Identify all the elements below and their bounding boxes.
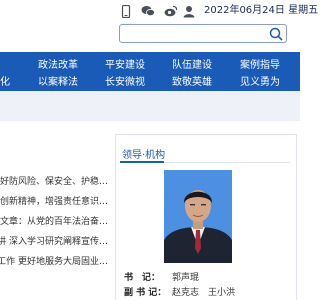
user-icon[interactable] [183, 5, 195, 18]
role-label: 书 记： [124, 273, 161, 283]
leaders-panel-title: 领导·机构 [122, 150, 166, 161]
news-item[interactable]: …播讲 深入学习研究阐释宣传… [0, 236, 108, 248]
main-nav: 政法改革 平安建设 队伍建设 案例指导 化 以案释法 长安微视 致敬英雄 见义勇… [0, 52, 300, 91]
sub-bar [0, 91, 300, 121]
news-item[interactable]: …做好防风险、保安全、护稳… [0, 176, 108, 188]
role-label: 副 书 记： [124, 288, 167, 298]
nav-item-law-explained[interactable]: 以案释法 [38, 76, 78, 89]
leader-portrait[interactable] [164, 170, 232, 263]
top-bar: 2022年06月24日 星期五 [0, 0, 319, 45]
current-date: 2022年06月24日 星期五 [204, 5, 319, 16]
leader-name[interactable]: 郭声琨 [172, 273, 199, 283]
leader-row: 书 记： 郭声琨 [124, 272, 199, 284]
nav-item-salute-heroes[interactable]: 致敬英雄 [172, 76, 212, 89]
search-box [119, 24, 287, 43]
nav-item-reform[interactable]: 政法改革 [38, 59, 78, 72]
news-item[interactable]: …锦创新精神，增强责任意识… [0, 196, 108, 208]
nav-item-brave-deeds[interactable]: 见义勇为 [240, 76, 280, 89]
nav-item-culture[interactable]: 化 [0, 76, 10, 89]
wechat-icon[interactable] [141, 5, 155, 17]
news-item[interactable]: 名文章：从党的百年法治奋… [0, 216, 108, 228]
leader-row: 副 书 记： 赵克志 王小洪 [124, 287, 235, 299]
nav-item-case-guidance[interactable]: 案例指导 [240, 59, 280, 72]
search-input[interactable] [124, 26, 264, 41]
nav-item-changan-video[interactable]: 长安微视 [105, 76, 145, 89]
search-icon[interactable] [269, 27, 283, 41]
leader-name[interactable]: 赵克志 王小洪 [172, 288, 235, 298]
title-underline [120, 161, 164, 163]
mobile-icon[interactable] [121, 5, 131, 18]
nav-item-team-building[interactable]: 队伍建设 [172, 59, 212, 72]
news-item[interactable]: …论工作 更好地服务大局固业… [0, 256, 108, 268]
nav-item-safe-construction[interactable]: 平安建设 [105, 59, 145, 72]
weibo-icon[interactable] [164, 5, 178, 17]
